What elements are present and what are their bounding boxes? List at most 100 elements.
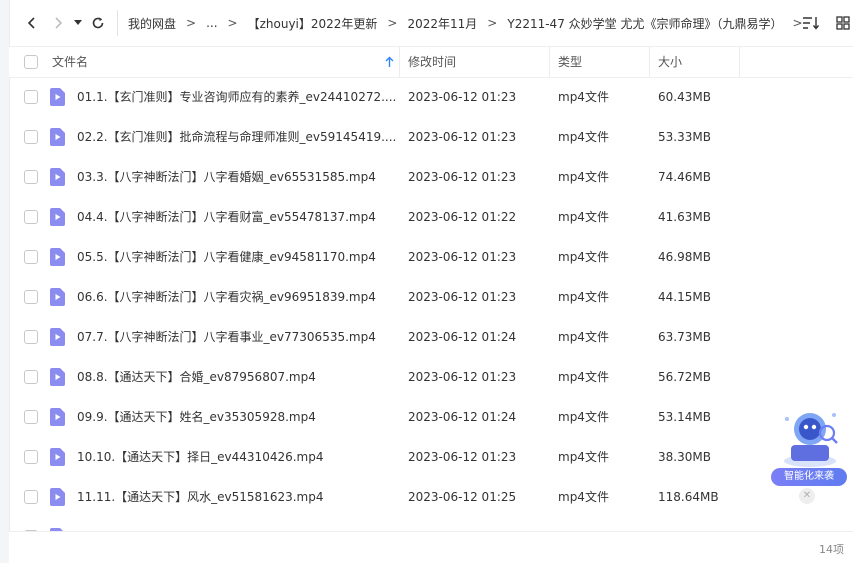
file-name[interactable]: 05.5.【八字神断法门】八字看健康_ev94581170.mp4 bbox=[77, 237, 401, 277]
breadcrumb: 我的网盘 > ... > 【zhouyi】2022年更新 > 2022年11月 … bbox=[126, 15, 811, 32]
file-type: mp4文件 bbox=[558, 290, 609, 304]
file-row[interactable]: 03.3.【八字神断法门】八字看婚姻_ev65531585.mp4 2023-06… bbox=[9, 157, 853, 197]
file-row[interactable]: 06.6.【八字神断法门】八字看灾祸_ev96951839.mp4 2023-06… bbox=[9, 277, 853, 317]
file-size: 118.64MB bbox=[658, 490, 719, 504]
view-tools bbox=[801, 10, 853, 36]
video-file-icon bbox=[50, 88, 65, 106]
column-divider[interactable] bbox=[549, 47, 550, 77]
file-row[interactable]: 11.11.【通达天下】风水_ev51581623.mp4 2023-06-12 … bbox=[9, 477, 853, 517]
status-bar: 14项 bbox=[9, 531, 853, 564]
row-checkbox[interactable] bbox=[24, 370, 38, 384]
chevron-right-icon bbox=[55, 17, 63, 29]
row-checkbox[interactable] bbox=[24, 130, 38, 144]
row-checkbox[interactable] bbox=[24, 330, 38, 344]
row-checkbox[interactable] bbox=[24, 490, 38, 504]
file-row[interactable]: 01.1.【玄门准则】专业咨询师应有的素养_ev24410272.... 2023… bbox=[9, 77, 853, 117]
file-modified: 2023-06-12 01:24 bbox=[408, 330, 517, 344]
file-type: mp4文件 bbox=[558, 490, 609, 504]
sort-list-icon bbox=[803, 17, 820, 30]
file-name[interactable] bbox=[77, 517, 401, 531]
file-modified: 2023-06-12 01:23 bbox=[408, 450, 517, 464]
file-modified: 2023-06-12 01:23 bbox=[408, 370, 517, 384]
file-modified: 2023-06-12 01:23 bbox=[408, 290, 517, 304]
file-name[interactable]: 02.2.【玄门准则】批命流程与命理师准则_ev59145419.... bbox=[77, 117, 401, 157]
close-icon[interactable]: ✕ bbox=[799, 488, 815, 504]
file-name[interactable]: 04.4.【八字神断法门】八字看财富_ev55478137.mp4 bbox=[77, 197, 401, 237]
file-modified: 2023-06-12 01:24 bbox=[408, 410, 517, 424]
column-size[interactable]: 大小 bbox=[658, 47, 682, 77]
breadcrumb-root[interactable]: 我的网盘 bbox=[126, 15, 178, 32]
chevron-left-icon bbox=[27, 17, 35, 29]
assistant-label[interactable]: 智能化来袭 bbox=[771, 468, 847, 486]
sort-up-arrow-icon bbox=[385, 56, 394, 67]
file-row[interactable]: 10.10.【通达天下】择日_ev44310426.mp4 2023-06-12 … bbox=[9, 437, 853, 477]
file-row[interactable]: 09.9.【通达天下】姓名_ev35305928.mp4 2023-06-12 0… bbox=[9, 397, 853, 437]
file-row[interactable]: 08.8.【通达天下】合婚_ev87956807.mp4 2023-06-12 0… bbox=[9, 357, 853, 397]
file-row[interactable] bbox=[9, 517, 853, 531]
column-type[interactable]: 类型 bbox=[558, 47, 582, 77]
file-type: mp4文件 bbox=[558, 170, 609, 184]
row-checkbox[interactable] bbox=[24, 450, 38, 464]
video-file-icon bbox=[50, 248, 65, 266]
file-row[interactable]: 04.4.【八字神断法门】八字看财富_ev55478137.mp4 2023-06… bbox=[9, 197, 853, 237]
refresh-button[interactable] bbox=[85, 10, 111, 36]
file-name[interactable]: 10.10.【通达天下】择日_ev44310426.mp4 bbox=[77, 437, 401, 477]
breadcrumb-folder-2022[interactable]: 【zhouyi】2022年更新 bbox=[246, 15, 380, 32]
video-file-icon bbox=[50, 128, 65, 146]
file-size: 46.98MB bbox=[658, 250, 711, 264]
file-row[interactable]: 02.2.【玄门准则】批命流程与命理师准则_ev59145419.... 2023… bbox=[9, 117, 853, 157]
column-name[interactable]: 文件名 bbox=[52, 47, 88, 77]
file-size: 41.63MB bbox=[658, 210, 711, 224]
file-size: 56.72MB bbox=[658, 370, 711, 384]
file-name[interactable]: 01.1.【玄门准则】专业咨询师应有的素养_ev24410272.... bbox=[77, 77, 401, 117]
breadcrumb-current-folder[interactable]: Y2211-47 众妙学堂 尤尤《宗师命理》（九鼎易学） bbox=[505, 15, 784, 32]
video-file-icon bbox=[50, 288, 65, 306]
column-divider[interactable] bbox=[649, 47, 650, 77]
caret-down-icon bbox=[74, 20, 82, 25]
file-name[interactable]: 03.3.【八字神断法门】八字看婚姻_ev65531585.mp4 bbox=[77, 157, 401, 197]
breadcrumb-separator-icon: > bbox=[387, 16, 398, 30]
file-name[interactable]: 11.11.【通达天下】风水_ev51581623.mp4 bbox=[77, 477, 401, 517]
column-divider[interactable] bbox=[399, 47, 400, 77]
robot-assistant-icon bbox=[784, 413, 838, 467]
ai-assistant-widget[interactable]: 智能化来袭 ✕ bbox=[769, 405, 851, 510]
select-all-checkbox[interactable] bbox=[24, 55, 38, 69]
toolbar-divider bbox=[117, 10, 118, 36]
column-modified[interactable]: 修改时间 bbox=[408, 47, 456, 77]
file-name[interactable]: 07.7.【八字神断法门】八字看事业_ev77306535.mp4 bbox=[77, 317, 401, 357]
column-divider[interactable] bbox=[739, 47, 740, 77]
file-name[interactable]: 08.8.【通达天下】合婚_ev87956807.mp4 bbox=[77, 357, 401, 397]
file-name[interactable]: 09.9.【通达天下】姓名_ev35305928.mp4 bbox=[77, 397, 401, 437]
file-size: 44.15MB bbox=[658, 290, 711, 304]
row-checkbox[interactable] bbox=[24, 90, 38, 104]
file-row[interactable]: 07.7.【八字神断法门】八字看事业_ev77306535.mp4 2023-06… bbox=[9, 317, 853, 357]
file-modified: 2023-06-12 01:22 bbox=[408, 210, 517, 224]
file-type: mp4文件 bbox=[558, 90, 609, 104]
breadcrumb-separator-icon: > bbox=[186, 16, 197, 30]
column-header: 文件名 修改时间 类型 大小 bbox=[9, 46, 853, 78]
file-size: 60.43MB bbox=[658, 90, 711, 104]
file-type: mp4文件 bbox=[558, 450, 609, 464]
grid-view-button[interactable] bbox=[833, 10, 853, 36]
breadcrumb-folder-month[interactable]: 2022年11月 bbox=[405, 15, 479, 32]
sort-button[interactable] bbox=[801, 10, 821, 36]
file-type: mp4文件 bbox=[558, 130, 609, 144]
forward-button[interactable] bbox=[45, 10, 71, 36]
back-button[interactable] bbox=[19, 10, 45, 36]
video-file-icon bbox=[50, 208, 65, 226]
breadcrumb-ellipsis[interactable]: ... bbox=[204, 16, 219, 30]
file-name[interactable]: 06.6.【八字神断法门】八字看灾祸_ev96951839.mp4 bbox=[77, 277, 401, 317]
row-checkbox[interactable] bbox=[24, 410, 38, 424]
row-checkbox[interactable] bbox=[24, 250, 38, 264]
row-checkbox[interactable] bbox=[24, 210, 38, 224]
video-file-icon bbox=[50, 408, 65, 426]
video-file-icon bbox=[50, 448, 65, 466]
row-checkbox[interactable] bbox=[24, 170, 38, 184]
file-modified: 2023-06-12 01:23 bbox=[408, 250, 517, 264]
history-dropdown-button[interactable] bbox=[71, 10, 85, 36]
file-row[interactable]: 05.5.【八字神断法门】八字看健康_ev94581170.mp4 2023-06… bbox=[9, 237, 853, 277]
breadcrumb-separator-icon: > bbox=[487, 16, 498, 30]
row-checkbox[interactable] bbox=[24, 290, 38, 304]
file-size: 53.14MB bbox=[658, 410, 711, 424]
file-size: 63.73MB bbox=[658, 330, 711, 344]
